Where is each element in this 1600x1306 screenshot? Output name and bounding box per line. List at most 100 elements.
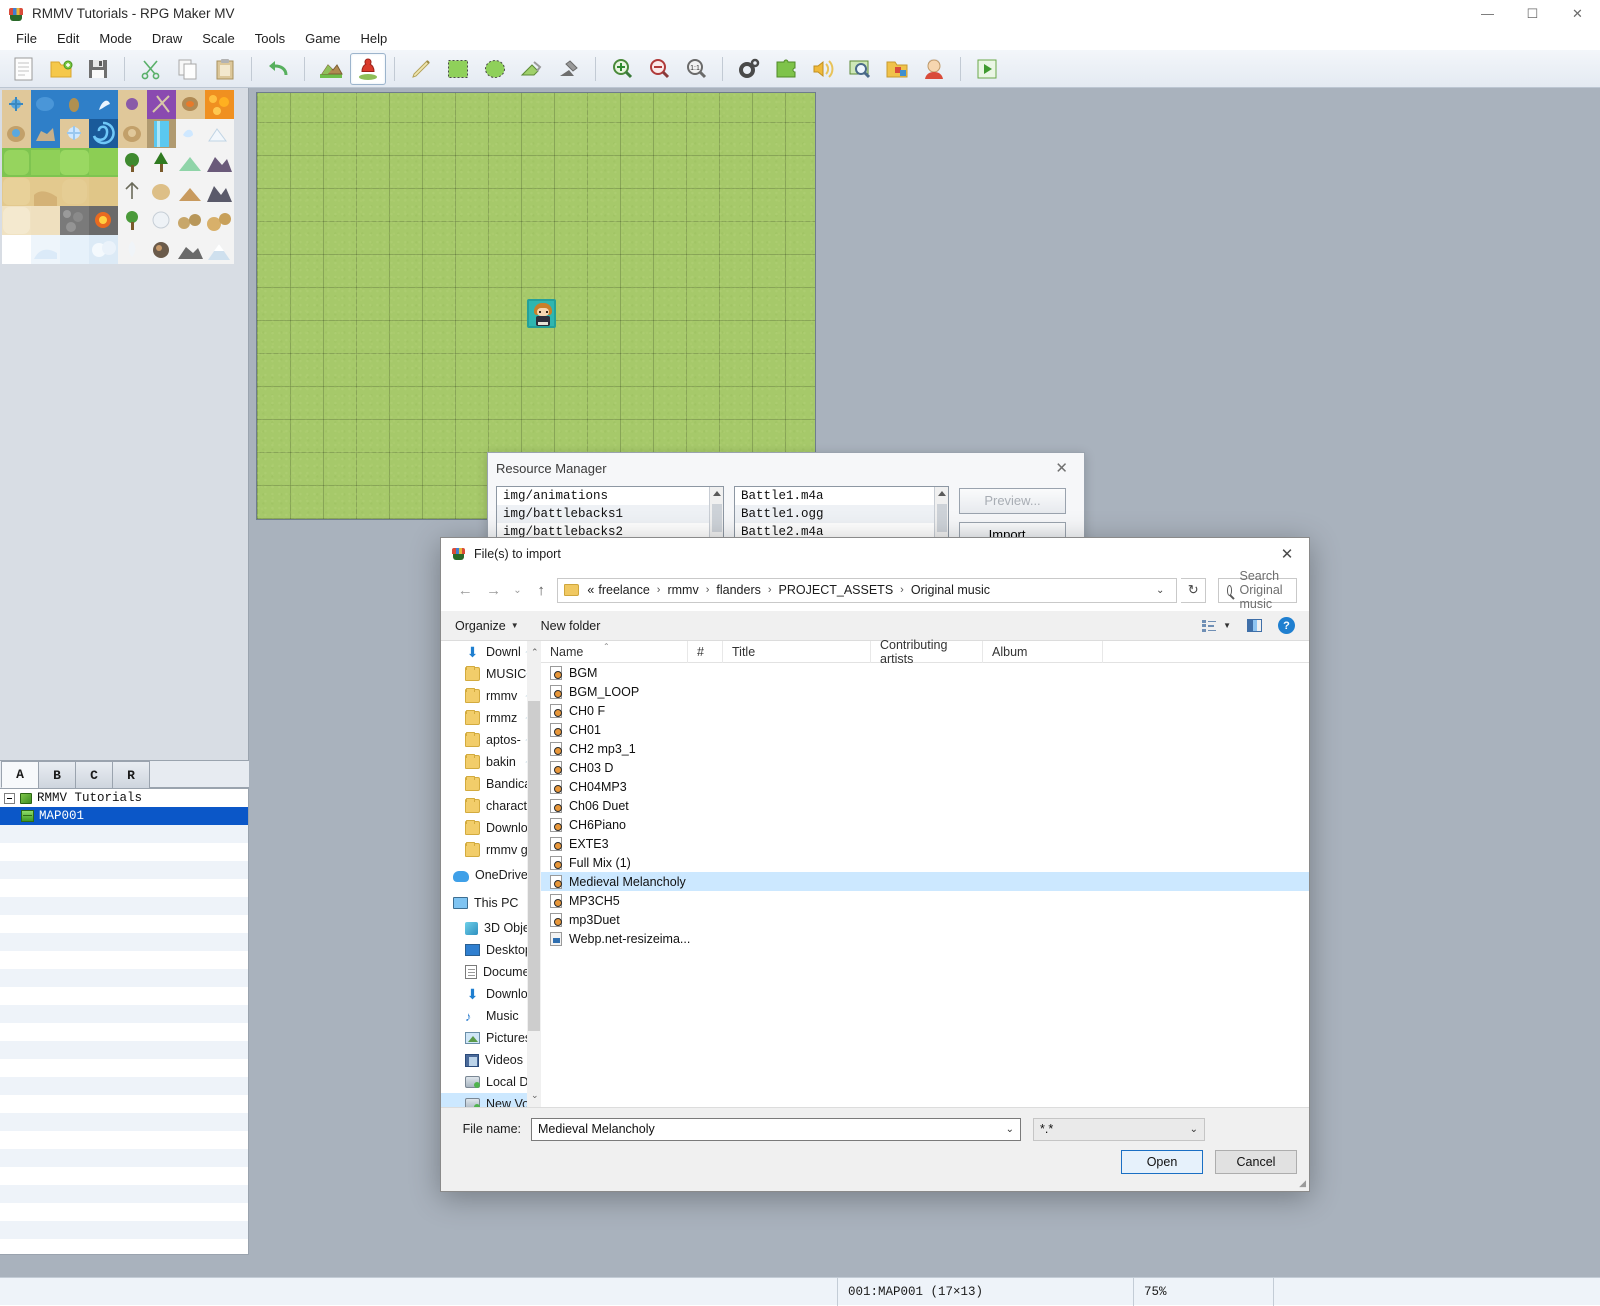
new-project-icon[interactable] bbox=[6, 53, 42, 85]
scroll-up-icon[interactable] bbox=[938, 491, 946, 496]
tile-cell[interactable] bbox=[60, 148, 89, 177]
preview-pane-icon[interactable] bbox=[1247, 619, 1262, 632]
map-tree-map-row[interactable]: MAP001 bbox=[0, 807, 248, 825]
tile-cell[interactable] bbox=[2, 206, 31, 235]
scrollbar-thumb[interactable] bbox=[712, 504, 722, 532]
nav-item-pictures[interactable]: Pictures bbox=[441, 1027, 541, 1049]
tile-cell[interactable] bbox=[147, 148, 176, 177]
nav-item-videos[interactable]: Videos bbox=[441, 1049, 541, 1071]
file-list-item[interactable]: Ch06 Duet bbox=[541, 796, 1309, 815]
column-header-name[interactable]: Name bbox=[541, 641, 688, 663]
menu-tools[interactable]: Tools bbox=[245, 29, 295, 48]
tileset-row[interactable] bbox=[2, 177, 234, 206]
nav-item-downloads-quick[interactable]: ⬇ Downl 📌 bbox=[441, 641, 541, 663]
flood-fill-icon[interactable] bbox=[514, 53, 550, 85]
nav-item-desktop[interactable]: Desktop bbox=[441, 939, 541, 961]
tile-cell[interactable] bbox=[118, 206, 147, 235]
resource-manager-close-icon[interactable]: ✕ bbox=[1047, 457, 1076, 479]
nav-item-aptos[interactable]: aptos- 📌 bbox=[441, 729, 541, 751]
map-tree[interactable]: RMMV Tutorials MAP001 bbox=[0, 788, 249, 1255]
tile-cell[interactable] bbox=[31, 148, 60, 177]
file-list-item-selected[interactable]: Medieval Melancholy bbox=[541, 872, 1309, 891]
tileset-row[interactable] bbox=[2, 206, 234, 235]
resource-folder-item[interactable]: img/animations bbox=[497, 487, 723, 505]
tile-cell[interactable] bbox=[205, 119, 234, 148]
breadcrumb-item-rmmv[interactable]: rmmv bbox=[665, 583, 700, 597]
new-folder-button[interactable]: New folder bbox=[541, 619, 601, 633]
tile-cell[interactable] bbox=[176, 235, 205, 264]
zoom-actual-icon[interactable]: 1:1 bbox=[678, 53, 714, 85]
sound-test-icon[interactable] bbox=[805, 53, 841, 85]
ellipse-tool-icon[interactable] bbox=[477, 53, 513, 85]
file-list-item[interactable]: MP3CH5 bbox=[541, 891, 1309, 910]
undo-icon[interactable] bbox=[260, 53, 296, 85]
layer-tab-r[interactable]: R bbox=[112, 761, 150, 788]
scrollbar-thumb[interactable] bbox=[528, 701, 540, 1031]
tile-cell[interactable] bbox=[118, 235, 147, 264]
organize-button[interactable]: Organize ▼ bbox=[455, 619, 519, 633]
breadcrumb-prefix[interactable]: « bbox=[585, 583, 596, 597]
maximize-button[interactable]: ☐ bbox=[1510, 0, 1555, 27]
breadcrumb-item-project-assets[interactable]: PROJECT_ASSETS bbox=[777, 583, 896, 597]
file-list-item[interactable]: CH04MP3 bbox=[541, 777, 1309, 796]
nav-item-rmmz[interactable]: rmmz 📌 bbox=[441, 707, 541, 729]
tile-cell[interactable] bbox=[118, 90, 147, 119]
preview-button[interactable]: Preview... bbox=[959, 488, 1066, 514]
tile-cell[interactable] bbox=[31, 119, 60, 148]
nav-item-downloads[interactable]: ⬇ Downloa bbox=[441, 983, 541, 1005]
tile-cell[interactable] bbox=[147, 177, 176, 206]
file-list-item[interactable]: CH6Piano bbox=[541, 815, 1309, 834]
tile-cell[interactable] bbox=[89, 148, 118, 177]
nav-item-music-folder[interactable]: MUSIC 📌 bbox=[441, 663, 541, 685]
layer-tab-b[interactable]: B bbox=[38, 761, 76, 788]
tile-cell[interactable] bbox=[2, 148, 31, 177]
breadcrumb-item-original-music[interactable]: Original music bbox=[909, 583, 992, 597]
tile-cell[interactable] bbox=[31, 206, 60, 235]
tile-cell[interactable] bbox=[118, 177, 147, 206]
navigation-pane-scrollbar[interactable]: ⌃ ⌄ bbox=[527, 641, 541, 1107]
file-list-item[interactable]: BGM bbox=[541, 663, 1309, 682]
tile-cell[interactable] bbox=[176, 206, 205, 235]
file-list-item[interactable]: Webp.net-resizeima... bbox=[541, 929, 1309, 948]
nav-item-onedrive[interactable]: OneDrive bbox=[441, 861, 541, 889]
zoom-out-icon[interactable] bbox=[641, 53, 677, 85]
column-header-contributing-artists[interactable]: Contributing artists bbox=[871, 641, 983, 663]
scroll-down-icon[interactable]: ⌄ bbox=[531, 1090, 539, 1101]
view-options-button[interactable]: ▼ bbox=[1202, 620, 1231, 632]
nav-item-bandicam[interactable]: Bandican bbox=[441, 773, 541, 795]
tileset-row[interactable] bbox=[2, 235, 234, 264]
tile-cell[interactable] bbox=[60, 90, 89, 119]
scroll-up-icon[interactable]: ⌃ bbox=[531, 647, 539, 658]
tileset-palette[interactable] bbox=[0, 88, 249, 760]
file-name-input[interactable]: Medieval Melancholy ⌄ bbox=[531, 1118, 1021, 1141]
resource-folder-item[interactable]: img/battlebacks1 bbox=[497, 505, 723, 523]
search-input[interactable]: Search Original music bbox=[1218, 578, 1297, 603]
file-import-dialog[interactable]: File(s) to import ✕ ← → ⌄ ↑ « freelance … bbox=[440, 537, 1310, 1192]
file-list-item[interactable]: CH2 mp3_1 bbox=[541, 739, 1309, 758]
tile-cell[interactable] bbox=[147, 235, 176, 264]
event-search-icon[interactable] bbox=[842, 53, 878, 85]
scroll-up-icon[interactable] bbox=[713, 491, 721, 496]
breadcrumb-item-freelance[interactable]: freelance bbox=[596, 583, 651, 597]
menu-game[interactable]: Game bbox=[295, 29, 350, 48]
tile-cell[interactable] bbox=[31, 90, 60, 119]
tile-cell[interactable] bbox=[147, 206, 176, 235]
menu-mode[interactable]: Mode bbox=[89, 29, 142, 48]
tile-cell[interactable] bbox=[2, 177, 31, 206]
back-icon[interactable]: ← bbox=[453, 577, 477, 603]
menu-file[interactable]: File bbox=[6, 29, 47, 48]
tile-cell[interactable] bbox=[2, 90, 31, 119]
nav-item-rmmv[interactable]: rmmv 📌 bbox=[441, 685, 541, 707]
menu-help[interactable]: Help bbox=[351, 29, 398, 48]
tileset-row[interactable] bbox=[2, 90, 234, 119]
layer-tab-a[interactable]: A bbox=[1, 761, 39, 788]
tile-cell[interactable] bbox=[176, 177, 205, 206]
chevron-down-icon[interactable]: ⌄ bbox=[1190, 1124, 1198, 1135]
database-icon[interactable] bbox=[731, 53, 767, 85]
player-start-event-sprite[interactable] bbox=[527, 299, 556, 328]
tile-cell[interactable] bbox=[147, 119, 176, 148]
scrollbar-thumb[interactable] bbox=[937, 504, 947, 532]
nav-item-downloads-folder[interactable]: Downloa bbox=[441, 817, 541, 839]
help-icon[interactable]: ? bbox=[1278, 617, 1295, 634]
nav-item-music[interactable]: ♪ Music bbox=[441, 1005, 541, 1027]
